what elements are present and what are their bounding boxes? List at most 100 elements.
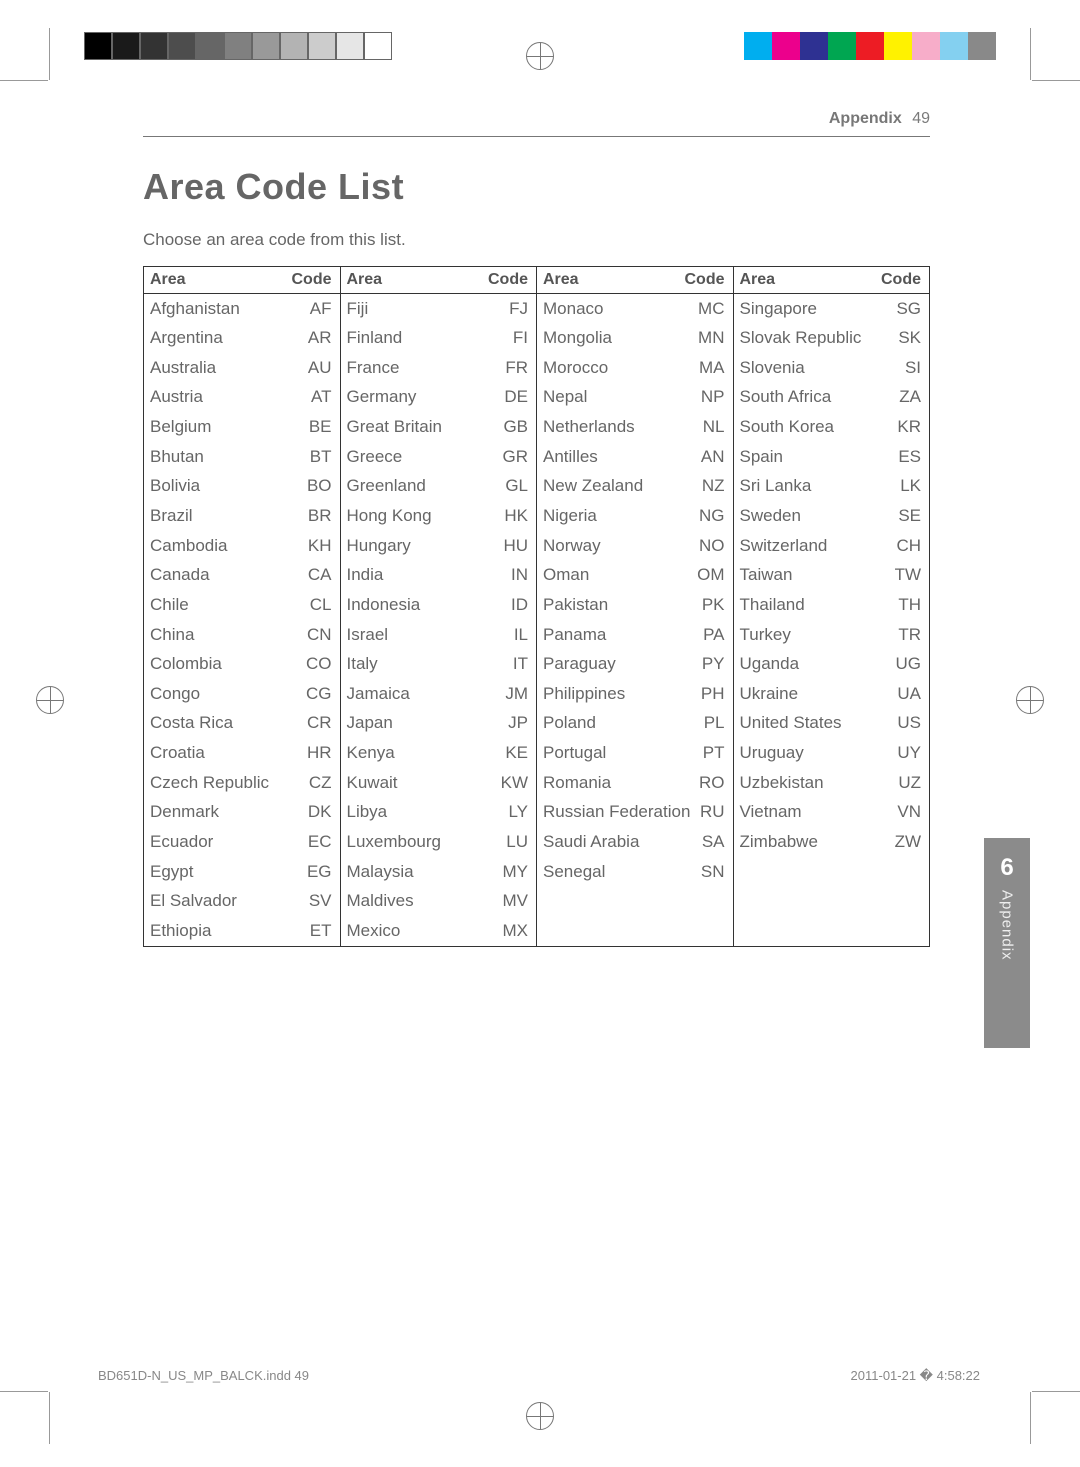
table-row: HungaryHU: [341, 531, 537, 561]
cell-area: Slovak Republic: [740, 326, 892, 351]
cell-code: BO: [302, 474, 332, 499]
cell-area: Switzerland: [740, 534, 892, 559]
cell-area: Finland: [347, 326, 499, 351]
cell-code: US: [891, 711, 921, 736]
cell-code: CH: [891, 534, 921, 559]
cell-code: CL: [302, 593, 332, 618]
section-tab-label: Appendix: [999, 890, 1016, 961]
table-row: TaiwanTW: [734, 561, 930, 591]
cell-code: HK: [498, 504, 528, 529]
cell-area: Indonesia: [347, 593, 499, 618]
cell-code: EG: [302, 860, 332, 885]
cell-area: Senegal: [543, 860, 695, 885]
cell-area: Turkey: [740, 623, 892, 648]
cell-code: JP: [498, 711, 528, 736]
cell-area: Kuwait: [347, 771, 499, 796]
cell-area: Afghanistan: [150, 297, 302, 322]
swatch: [308, 32, 336, 60]
table-row: EthiopiaET: [144, 916, 340, 946]
table-row: PortugalPT: [537, 739, 733, 769]
cell-code: MV: [498, 889, 528, 914]
table-row: United StatesUS: [734, 709, 930, 739]
cell-area: Russian Federation: [543, 800, 695, 825]
cell-code: PK: [695, 593, 725, 618]
cell-code: UA: [891, 682, 921, 707]
swatch: [884, 32, 912, 60]
cell-code: SI: [891, 356, 921, 381]
swatch: [224, 32, 252, 60]
print-footer: BD651D-N_US_MP_BALCK.indd 49 2011-01-21 …: [98, 1368, 980, 1384]
running-head-page: 49: [912, 110, 930, 127]
cell-area: Jamaica: [347, 682, 499, 707]
table-row: GermanyDE: [341, 383, 537, 413]
table-row: Hong KongHK: [341, 501, 537, 531]
table-header: AreaCode: [341, 267, 537, 294]
cell-code: MX: [498, 919, 528, 944]
cell-area: Israel: [347, 623, 499, 648]
crop-mark: [0, 80, 48, 81]
cell-code: PH: [695, 682, 725, 707]
cell-area: Romania: [543, 771, 695, 796]
running-head-section: Appendix: [829, 110, 902, 127]
swatch: [252, 32, 280, 60]
header-area: Area: [740, 271, 776, 289]
table-row: SingaporeSG: [734, 294, 930, 324]
cell-code: ET: [302, 919, 332, 944]
swatch: [336, 32, 364, 60]
crop-mark: [49, 28, 50, 80]
cell-code: CR: [302, 711, 332, 736]
section-tab: 6 Appendix: [984, 838, 1030, 1048]
table-row: Sri LankaLK: [734, 472, 930, 502]
cell-code: PL: [695, 711, 725, 736]
table-row: ThailandTH: [734, 590, 930, 620]
table-row: UgandaUG: [734, 650, 930, 680]
table-row: UkraineUA: [734, 679, 930, 709]
cell-area: India: [347, 563, 499, 588]
cell-code: BT: [302, 445, 332, 470]
print-page: Appendix 49 Area Code List Choose an are…: [0, 0, 1080, 1467]
cell-area: Panama: [543, 623, 695, 648]
footer-filename: BD651D-N_US_MP_BALCK.indd 49: [98, 1368, 309, 1384]
cell-area: Slovenia: [740, 356, 892, 381]
cell-area: Australia: [150, 356, 302, 381]
cell-area: Nepal: [543, 385, 695, 410]
cell-code: TR: [891, 623, 921, 648]
header-code: Code: [488, 271, 528, 289]
table-row: BhutanBT: [144, 442, 340, 472]
header-code: Code: [292, 271, 332, 289]
table-row: SenegalSN: [537, 857, 733, 887]
cell-code: ID: [498, 593, 528, 618]
table-row: GreenlandGL: [341, 472, 537, 502]
header-rule: [143, 136, 930, 137]
table-row: Costa RicaCR: [144, 709, 340, 739]
cell-code: NG: [695, 504, 725, 529]
cell-area: Antilles: [543, 445, 695, 470]
table-row: ZimbabweZW: [734, 828, 930, 858]
color-bar: [744, 32, 996, 60]
crop-mark: [1030, 1392, 1031, 1444]
cell-code: MN: [695, 326, 725, 351]
cell-code: CN: [302, 623, 332, 648]
cell-area: Fiji: [347, 297, 499, 322]
swatch: [912, 32, 940, 60]
cell-area: Taiwan: [740, 563, 892, 588]
cell-area: Cambodia: [150, 534, 302, 559]
table-row: New ZealandNZ: [537, 472, 733, 502]
swatch: [196, 32, 224, 60]
instruction-text: Choose an area code from this list.: [143, 230, 406, 250]
table-row: Great BritainGB: [341, 413, 537, 443]
cell-area: Kenya: [347, 741, 499, 766]
cell-area: Uruguay: [740, 741, 892, 766]
cell-area: Luxembourg: [347, 830, 499, 855]
cell-code: ZA: [891, 385, 921, 410]
table-column: AreaCodeFijiFJFinlandFIFranceFRGermanyDE…: [341, 267, 538, 946]
cell-code: NO: [695, 534, 725, 559]
cell-area: Thailand: [740, 593, 892, 618]
swatch: [112, 32, 140, 60]
grayscale-bar: [84, 32, 392, 60]
cell-area: Oman: [543, 563, 695, 588]
table-row: MaldivesMV: [341, 887, 537, 917]
cell-code: IN: [498, 563, 528, 588]
table-row: VietnamVN: [734, 798, 930, 828]
cell-area: Costa Rica: [150, 711, 302, 736]
